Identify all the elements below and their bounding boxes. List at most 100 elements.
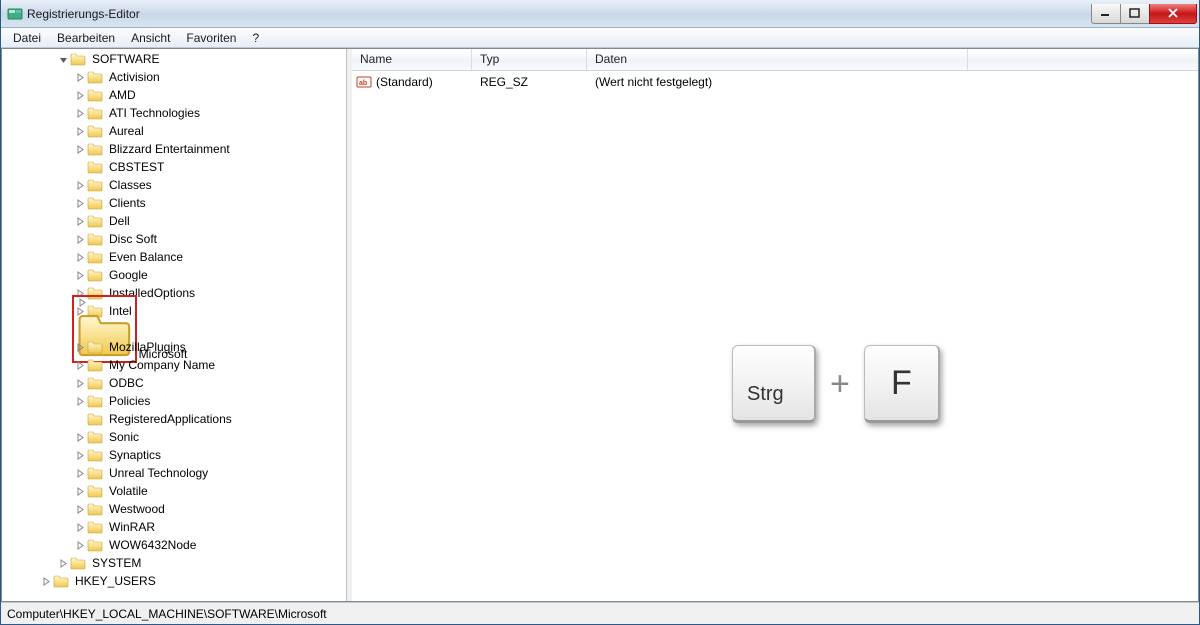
tree-node-label: My Company Name bbox=[107, 357, 217, 373]
folder-icon bbox=[87, 520, 103, 534]
expand-icon[interactable] bbox=[74, 269, 86, 281]
tree-node[interactable]: Sonic bbox=[2, 428, 346, 446]
folder-icon bbox=[70, 556, 86, 570]
expand-icon[interactable] bbox=[74, 89, 86, 101]
tree-node[interactable]: InstalledOptions bbox=[2, 284, 346, 302]
folder-icon bbox=[87, 394, 103, 408]
tree-node[interactable]: Microsoft bbox=[2, 320, 346, 338]
expand-icon[interactable] bbox=[74, 197, 86, 209]
tree-node[interactable]: Dell bbox=[2, 212, 346, 230]
expand-icon[interactable] bbox=[74, 143, 86, 155]
menu-ansicht[interactable]: Ansicht bbox=[123, 29, 178, 47]
menu-bearbeiten[interactable]: Bearbeiten bbox=[49, 29, 123, 47]
expand-icon[interactable] bbox=[40, 575, 52, 587]
expand-icon[interactable] bbox=[74, 413, 86, 425]
tree-node-label: ATI Technologies bbox=[107, 105, 202, 121]
registry-editor-window: Registrierungs-Editor Datei Bearbeiten A… bbox=[0, 0, 1200, 625]
tree-node[interactable]: WinRAR bbox=[2, 518, 346, 536]
expand-icon[interactable] bbox=[74, 161, 86, 173]
tree-node[interactable]: Aureal bbox=[2, 122, 346, 140]
expand-icon[interactable] bbox=[74, 521, 86, 533]
expand-icon[interactable] bbox=[74, 341, 86, 353]
tree-panel: SOFTWAREActivisionAMDATI TechnologiesAur… bbox=[2, 49, 347, 601]
tree-node[interactable]: Westwood bbox=[2, 500, 346, 518]
tree-scroll[interactable]: SOFTWAREActivisionAMDATI TechnologiesAur… bbox=[2, 49, 346, 601]
tree-node[interactable]: Volatile bbox=[2, 482, 346, 500]
tree-node-label: Clients bbox=[107, 195, 148, 211]
expand-icon[interactable] bbox=[74, 485, 86, 497]
folder-icon bbox=[87, 466, 103, 480]
tree-node-label: WinRAR bbox=[107, 519, 157, 535]
tree-node[interactable]: ODBC bbox=[2, 374, 346, 392]
tree-node[interactable]: Disc Soft bbox=[2, 230, 346, 248]
expand-icon[interactable] bbox=[74, 179, 86, 191]
column-daten[interactable]: Daten bbox=[587, 49, 968, 70]
svg-text:ab: ab bbox=[359, 80, 367, 87]
folder-icon bbox=[87, 484, 103, 498]
minimize-button[interactable] bbox=[1091, 4, 1121, 24]
cell-daten: (Wert nicht festgelegt) bbox=[591, 75, 1198, 89]
expand-icon[interactable] bbox=[74, 251, 86, 263]
tree-node[interactable]: Clients bbox=[2, 194, 346, 212]
expand-icon[interactable] bbox=[74, 125, 86, 137]
expand-icon[interactable] bbox=[74, 467, 86, 479]
tree-node-label: HKEY_USERS bbox=[73, 573, 158, 589]
collapse-icon[interactable] bbox=[57, 53, 69, 65]
menu-datei[interactable]: Datei bbox=[5, 29, 49, 47]
list-row[interactable]: ab(Standard)REG_SZ(Wert nicht festgelegt… bbox=[352, 73, 1198, 91]
tree-node-label: SOFTWARE bbox=[90, 51, 162, 67]
menu-help[interactable]: ? bbox=[244, 29, 267, 47]
column-empty[interactable] bbox=[968, 49, 1198, 70]
menu-favoriten[interactable]: Favoriten bbox=[178, 29, 244, 47]
expand-icon[interactable] bbox=[74, 233, 86, 245]
body-area: SOFTWAREActivisionAMDATI TechnologiesAur… bbox=[1, 48, 1199, 602]
tree-node[interactable]: My Company Name bbox=[2, 356, 346, 374]
tree-node[interactable]: Blizzard Entertainment bbox=[2, 140, 346, 158]
tree-node-label: RegisteredApplications bbox=[107, 411, 234, 427]
tree-node[interactable]: SYSTEM bbox=[2, 554, 346, 572]
tree-node[interactable]: Synaptics bbox=[2, 446, 346, 464]
expand-icon[interactable] bbox=[74, 107, 86, 119]
tree-node-label: Unreal Technology bbox=[107, 465, 210, 481]
menubar: Datei Bearbeiten Ansicht Favoriten ? bbox=[1, 28, 1199, 48]
tree-node[interactable]: AMD bbox=[2, 86, 346, 104]
statusbar-path: Computer\HKEY_LOCAL_MACHINE\SOFTWARE\Mic… bbox=[7, 607, 327, 621]
list-header: Name Typ Daten bbox=[352, 49, 1198, 71]
tree-node[interactable]: ATI Technologies bbox=[2, 104, 346, 122]
tree-node[interactable]: Policies bbox=[2, 392, 346, 410]
folder-icon bbox=[87, 214, 103, 228]
expand-icon[interactable] bbox=[74, 395, 86, 407]
tree-node[interactable]: RegisteredApplications bbox=[2, 410, 346, 428]
tree-node[interactable]: WOW6432Node bbox=[2, 536, 346, 554]
expand-icon[interactable] bbox=[57, 557, 69, 569]
expand-icon[interactable] bbox=[74, 71, 86, 83]
expand-icon[interactable] bbox=[74, 359, 86, 371]
list-body[interactable]: ab(Standard)REG_SZ(Wert nicht festgelegt… bbox=[352, 71, 1198, 601]
folder-icon bbox=[87, 142, 103, 156]
close-button[interactable] bbox=[1149, 4, 1197, 24]
tree-node[interactable]: SOFTWARE bbox=[2, 50, 346, 68]
maximize-button[interactable] bbox=[1120, 4, 1150, 24]
window-controls bbox=[1092, 4, 1197, 24]
tree-node[interactable]: Unreal Technology bbox=[2, 464, 346, 482]
tree-node[interactable]: Activision bbox=[2, 68, 346, 86]
expand-icon[interactable] bbox=[76, 297, 88, 309]
column-typ[interactable]: Typ bbox=[472, 49, 587, 70]
expand-icon[interactable] bbox=[74, 503, 86, 515]
tree-node-label: Disc Soft bbox=[107, 231, 159, 247]
tree-node[interactable]: CBSTEST bbox=[2, 158, 346, 176]
expand-icon[interactable] bbox=[74, 539, 86, 551]
column-name[interactable]: Name bbox=[352, 49, 472, 70]
tree-node[interactable]: Classes bbox=[2, 176, 346, 194]
folder-icon bbox=[87, 88, 103, 102]
expand-icon[interactable] bbox=[74, 377, 86, 389]
expand-icon[interactable] bbox=[74, 449, 86, 461]
folder-icon bbox=[87, 160, 103, 174]
tree-node[interactable]: Intel bbox=[2, 302, 346, 320]
tree-node[interactable]: Google bbox=[2, 266, 346, 284]
expand-icon[interactable] bbox=[74, 215, 86, 227]
expand-icon[interactable] bbox=[74, 431, 86, 443]
tree-node[interactable]: HKEY_USERS bbox=[2, 572, 346, 590]
tree-node[interactable]: MozillaPlugins bbox=[2, 338, 346, 356]
tree-node[interactable]: Even Balance bbox=[2, 248, 346, 266]
